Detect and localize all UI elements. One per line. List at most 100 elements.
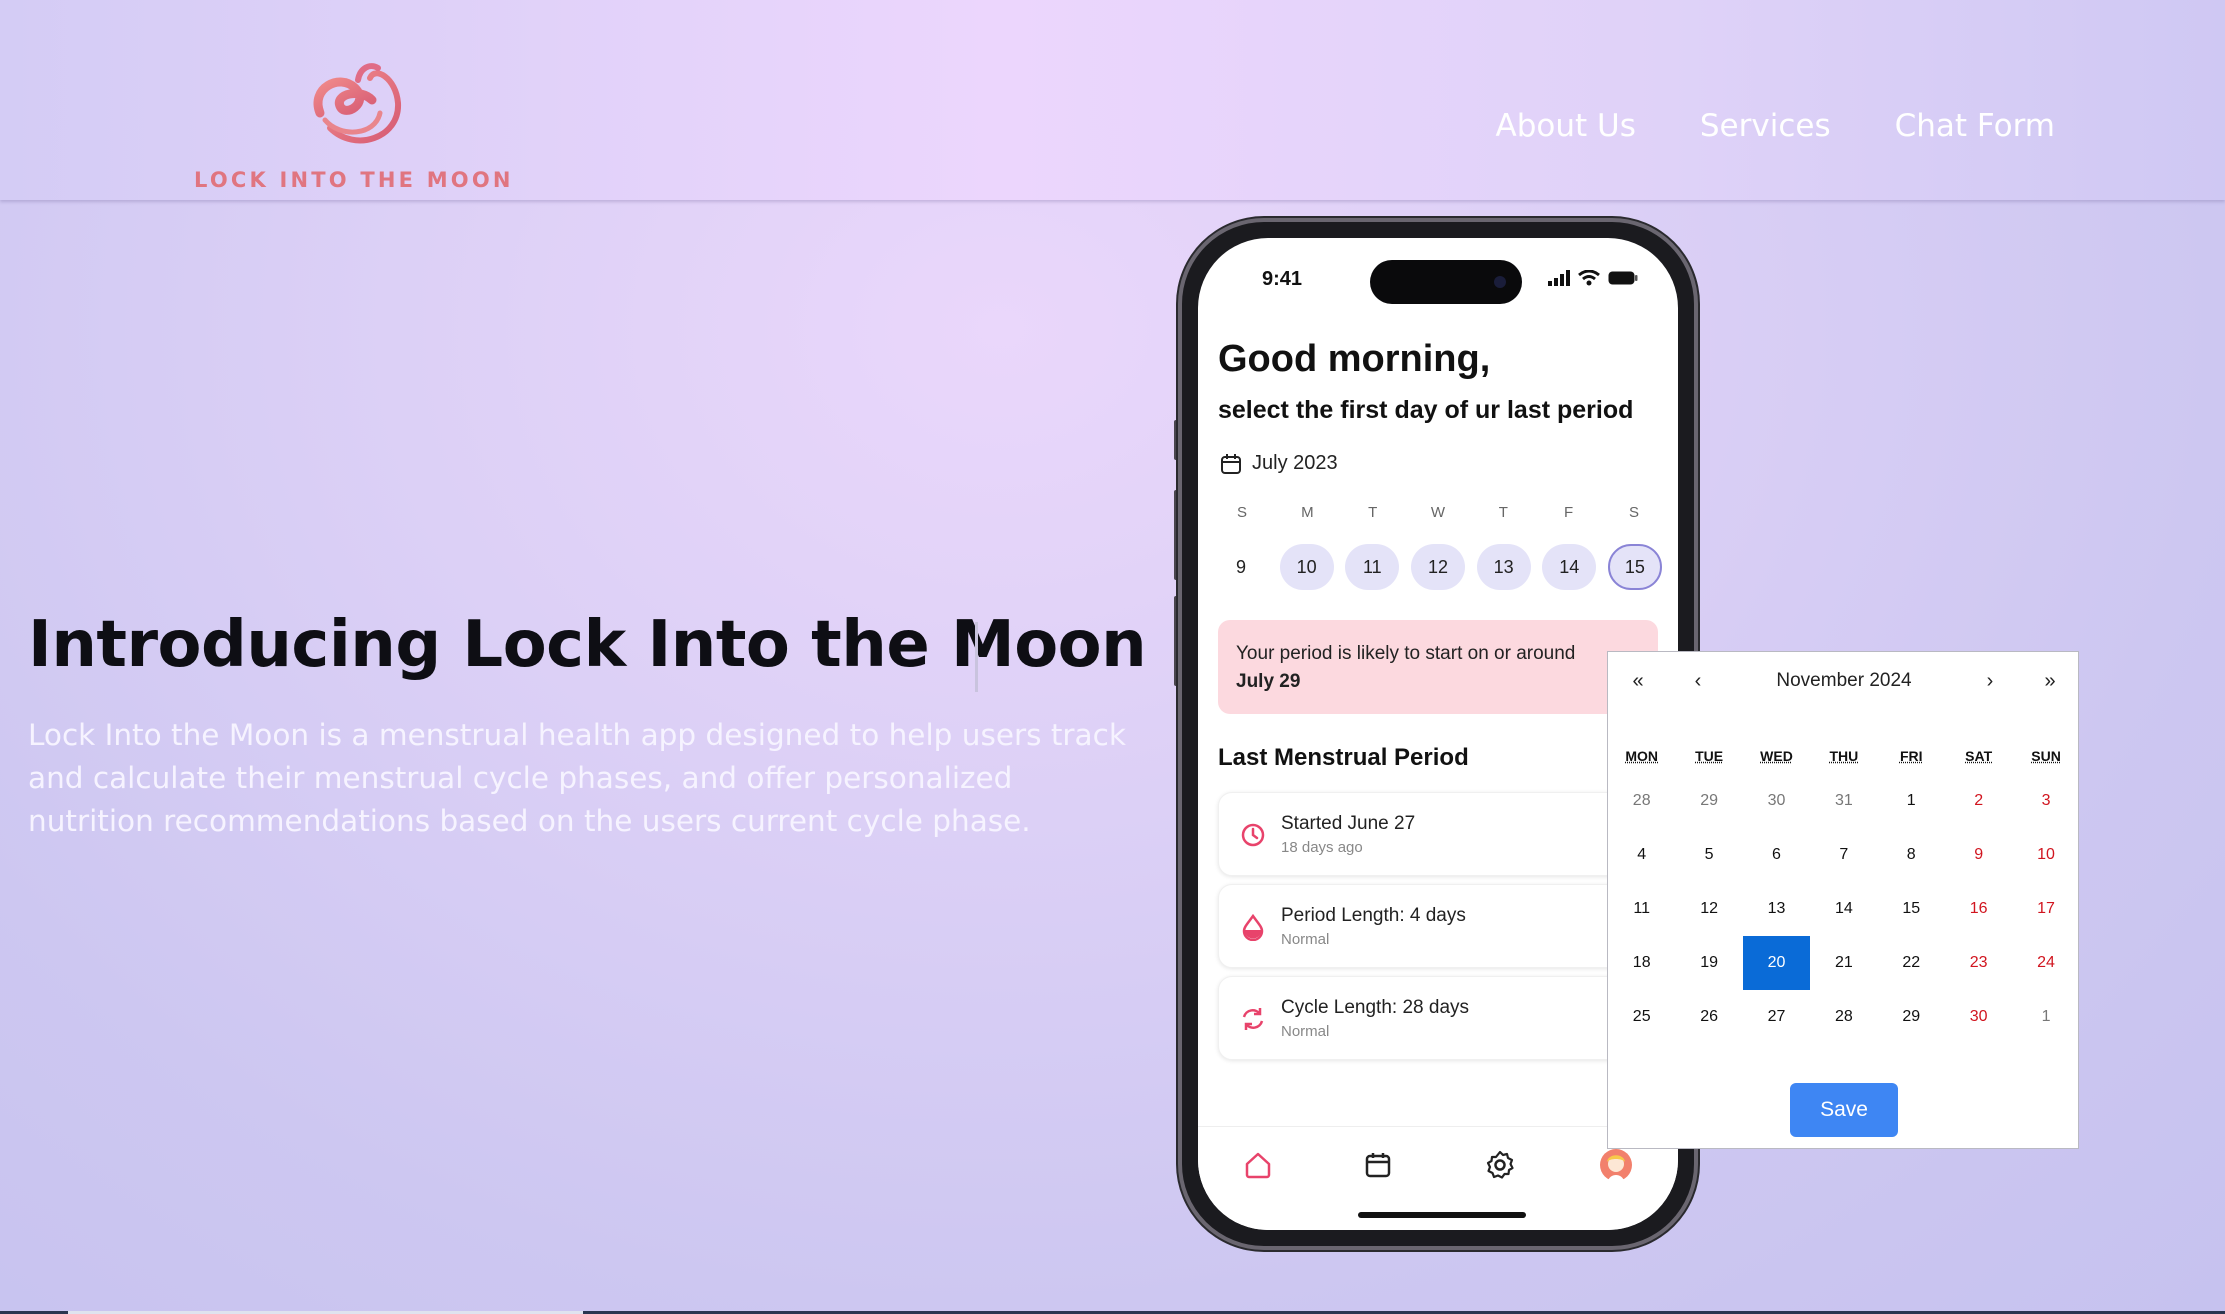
period-start-card[interactable]: Started June 27 18 days ago — [1218, 792, 1658, 876]
day-cell[interactable]: 9 — [1214, 544, 1268, 590]
greeting: Good morning, — [1218, 338, 1491, 380]
weekday-label: T — [1368, 504, 1378, 521]
picker-week-row: 4 5 6 7 8 9 10 — [1608, 828, 2080, 882]
day-cell[interactable]: 12 — [1410, 544, 1465, 590]
clock-icon — [1241, 823, 1265, 847]
avatar[interactable] — [1600, 1149, 1632, 1181]
save-button[interactable]: Save — [1790, 1083, 1898, 1137]
date-cell[interactable]: 7 — [1810, 828, 1877, 882]
card-subtitle: Normal — [1281, 1023, 1330, 1040]
date-cell[interactable]: 2 — [1945, 774, 2012, 828]
weekday-label: SAT — [1965, 748, 1993, 764]
date-cell[interactable]: 28 — [1608, 774, 1675, 828]
nav-chat-form[interactable]: Chat Form — [1895, 108, 2055, 144]
date-cell[interactable]: 25 — [1608, 990, 1675, 1044]
day-cell-selected[interactable]: 15 — [1607, 544, 1662, 590]
status-icons — [1548, 270, 1638, 286]
hero-description: Lock Into the Moon is a menstrual health… — [28, 718, 1126, 838]
weekday-label: SUN — [2031, 748, 2061, 764]
date-cell[interactable]: 4 — [1608, 828, 1675, 882]
date-cell[interactable]: 22 — [1878, 936, 1945, 990]
date-cell[interactable]: 18 — [1608, 936, 1675, 990]
date-cell[interactable]: 5 — [1675, 828, 1742, 882]
logo-swirl-icon — [313, 63, 402, 144]
date-cell[interactable]: 16 — [1945, 882, 2012, 936]
date-cell[interactable]: 1 — [1878, 774, 1945, 828]
card-title: Cycle Length: 28 days — [1281, 997, 1470, 1018]
period-length-card[interactable]: Period Length: 4 days Normal — [1218, 884, 1658, 968]
weekday-label: W — [1430, 504, 1446, 521]
picker-week-row: 28 29 30 31 1 2 3 — [1608, 774, 2080, 828]
greeting-subtitle: select the first day of ur last period — [1218, 396, 1634, 424]
cycle-icon — [1242, 1008, 1264, 1030]
date-cell[interactable]: 27 — [1743, 990, 1810, 1044]
period-prediction-alert: Your period is likely to start on or aro… — [1218, 620, 1658, 714]
date-cell[interactable]: 29 — [1878, 990, 1945, 1044]
home-icon[interactable] — [1242, 1149, 1274, 1181]
calendar-icon — [1221, 453, 1241, 474]
date-cell[interactable]: 11 — [1608, 882, 1675, 936]
drop-icon — [1242, 913, 1264, 941]
calendar-tab-icon[interactable] — [1362, 1149, 1394, 1181]
weekday-label: TUE — [1695, 748, 1724, 764]
day-cell[interactable]: 13 — [1476, 544, 1531, 590]
nav-about-us[interactable]: About Us — [1496, 108, 1636, 144]
date-cell[interactable]: 26 — [1675, 990, 1742, 1044]
date-cell[interactable]: 21 — [1810, 936, 1877, 990]
nav-services[interactable]: Services — [1700, 108, 1831, 144]
brand-name: LOCK INTO THE MOON — [194, 168, 514, 192]
settings-icon[interactable] — [1484, 1149, 1516, 1181]
date-cell[interactable]: 30 — [1743, 774, 1810, 828]
wifi-icon — [1578, 270, 1600, 286]
next-month-button[interactable]: › — [1970, 670, 2010, 693]
card-subtitle: 18 days ago — [1281, 839, 1363, 856]
date-cell[interactable]: 6 — [1743, 828, 1810, 882]
month-label: July 2023 — [1252, 452, 1338, 474]
cycle-length-card[interactable]: Cycle Length: 28 days Normal — [1218, 976, 1658, 1060]
picker-week-row: 11 12 13 14 15 16 17 — [1608, 882, 2080, 936]
date-cell-selected[interactable]: 20 — [1742, 936, 1811, 990]
alert-text: Your period is likely to start on or aro… — [1236, 643, 1576, 664]
date-cell[interactable]: 29 — [1675, 774, 1742, 828]
day-cell[interactable]: 14 — [1542, 544, 1597, 590]
card-subtitle: Normal — [1281, 931, 1330, 948]
home-indicator — [1358, 1212, 1526, 1218]
weekday-label: T — [1498, 504, 1508, 521]
next-year-button[interactable]: » — [2030, 670, 2070, 693]
section-title: Last Menstrual Period — [1218, 744, 1469, 771]
date-cell[interactable]: 24 — [2012, 936, 2079, 990]
date-cell[interactable]: 3 — [2012, 774, 2079, 828]
date-cell[interactable]: 1 — [2012, 990, 2079, 1044]
date-cell[interactable]: 10 — [2012, 828, 2079, 882]
date-cell[interactable]: 19 — [1675, 936, 1742, 990]
status-time: 9:41 — [1262, 268, 1303, 290]
date-cell[interactable]: 30 — [1945, 990, 2012, 1044]
card-title: Started June 27 — [1281, 813, 1416, 834]
date-picker: « ‹ November 2024 › » MON TUE WED THU FR… — [1607, 651, 2079, 1149]
date-cell[interactable]: 8 — [1878, 828, 1945, 882]
phone-screen: 9:41 Good morning, select the first day … — [1198, 238, 1678, 1230]
date-cell[interactable]: 12 — [1675, 882, 1742, 936]
date-cell[interactable]: 23 — [1945, 936, 2012, 990]
weekday-label: WED — [1760, 748, 1793, 764]
phone-tab-bar — [1198, 1126, 1678, 1230]
date-cell[interactable]: 17 — [2012, 882, 2079, 936]
brand-logo[interactable]: LOCK INTO THE MOON — [180, 58, 520, 198]
card-title: Period Length: 4 days — [1281, 905, 1466, 926]
main-nav: About Us Services Chat Form — [1496, 108, 2055, 144]
date-cell[interactable]: 9 — [1945, 828, 2012, 882]
day-cell[interactable]: 10 — [1279, 544, 1334, 590]
date-cell[interactable]: 13 — [1743, 882, 1810, 936]
date-cell[interactable]: 31 — [1810, 774, 1877, 828]
date-cell[interactable]: 28 — [1810, 990, 1877, 1044]
date-cell[interactable]: 15 — [1878, 882, 1945, 936]
picker-grid: MON TUE WED THU FRI SAT SUN 28 29 30 31 … — [1608, 738, 2080, 1044]
weekday-label: F — [1564, 504, 1574, 521]
picker-dates: 28 29 30 31 1 2 3 4 5 6 7 8 9 10 11 12 1… — [1608, 774, 2080, 1044]
date-cell[interactable]: 14 — [1810, 882, 1877, 936]
weekday-label: S — [1628, 504, 1639, 521]
text-caret — [975, 622, 978, 692]
month-selector[interactable]: July 2023 — [1220, 452, 1338, 475]
week-days: 9 10 11 12 13 14 15 — [1214, 544, 1662, 590]
day-cell[interactable]: 11 — [1345, 544, 1400, 590]
